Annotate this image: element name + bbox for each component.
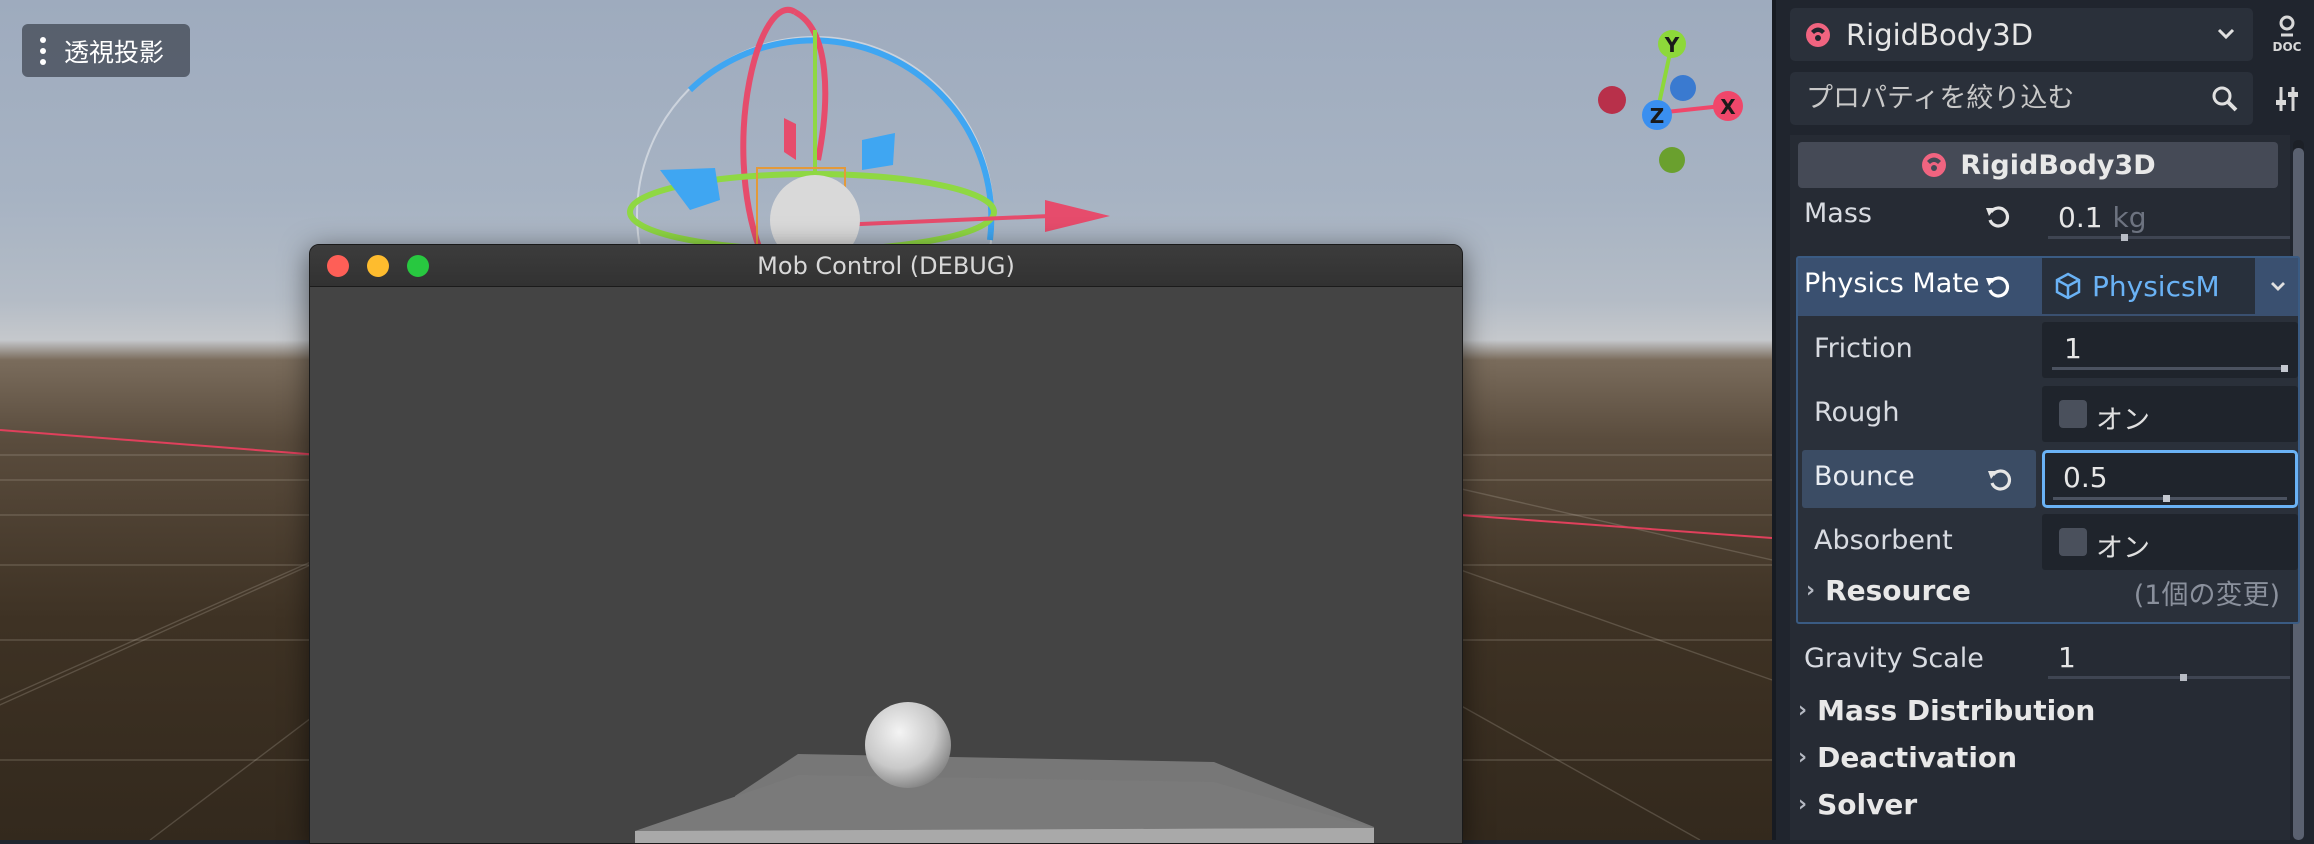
section-deactivation-label: Deactivation — [1817, 741, 2018, 774]
resource-section-label: Resource — [1825, 574, 1971, 607]
chevron-down-icon — [2271, 282, 2285, 291]
physics-material-resource-name: PhysicsM — [2092, 269, 2220, 303]
inspector-panel: RigidBody3D DOC プロパティを絞り込む RigidBody3D M… — [1772, 0, 2314, 840]
chevron-right-icon: › — [1798, 745, 1808, 770]
chevron-right-icon: › — [1798, 698, 1808, 723]
physics-material-icon — [2055, 272, 2081, 300]
resource-dropdown-button[interactable] — [2258, 258, 2298, 314]
debug-game-window[interactable]: Mob Control (DEBUG) — [309, 244, 1463, 844]
rigidbody-icon — [1922, 153, 1947, 177]
mass-slider — [2048, 236, 2290, 239]
node-selector-label: RigidBody3D — [1846, 17, 2034, 52]
svg-text:X: X — [1720, 95, 1736, 119]
bounce-slider-grabber — [2163, 495, 2170, 502]
section-solver[interactable]: › Solver — [1798, 788, 1917, 821]
gravity-scale-label: Gravity Scale — [1804, 643, 1984, 674]
absorbent-checkbox-label: オン — [2096, 533, 2150, 564]
rough-checkbox[interactable] — [2059, 400, 2087, 428]
bounce-input[interactable]: 0.5 — [2042, 450, 2298, 508]
rough-label: Rough — [1814, 397, 1900, 428]
resource-section-toggle[interactable]: › Resource — [1806, 574, 1971, 607]
friction-field[interactable]: 1 — [2042, 322, 2298, 378]
category-title: RigidBody3D — [1960, 149, 2156, 181]
gravity-scale-field[interactable]: 1 — [2038, 632, 2300, 688]
gravity-scale-slider-grabber — [2180, 674, 2187, 681]
friction-value: 1 — [2064, 332, 2082, 365]
game-scene — [635, 702, 1374, 843]
mass-value: 0.1 — [2058, 201, 2103, 234]
chevron-right-icon: › — [1806, 578, 1816, 603]
tools-icon — [2276, 86, 2298, 111]
docs-icon: DOC — [2273, 15, 2302, 54]
mass-field[interactable]: 0.1 kg — [2038, 192, 2300, 248]
section-mass-distribution-label: Mass Distribution — [1817, 694, 2096, 727]
gravity-scale-slider — [2048, 676, 2290, 679]
mass-unit: kg — [2112, 201, 2147, 234]
friction-slider-grabber — [2281, 365, 2288, 372]
property-filter[interactable] — [1790, 72, 2253, 125]
chevron-right-icon: › — [1798, 792, 1808, 817]
node-selector[interactable]: RigidBody3D — [1790, 8, 2253, 61]
absorbent-checkbox[interactable] — [2059, 528, 2087, 556]
rough-checkbox-label: オン — [2096, 405, 2150, 436]
property-filter-input[interactable] — [1804, 82, 2184, 115]
bounce-label: Bounce — [1814, 461, 1915, 492]
window-title: Mob Control (DEBUG) — [757, 252, 1015, 280]
section-solver-label: Solver — [1817, 788, 1918, 821]
search-icon — [2212, 86, 2238, 112]
window-titlebar[interactable]: Mob Control (DEBUG) — [310, 245, 1462, 287]
physics-material-label: Physics Mate — [1804, 268, 1980, 299]
kebab-menu-icon — [22, 36, 64, 65]
rigidbody-icon — [1806, 22, 1830, 47]
chevron-down-icon — [2217, 28, 2235, 40]
view-menu-label: 透視投影 — [64, 37, 165, 67]
inspector-tools-button[interactable] — [2262, 72, 2312, 125]
revert-icon[interactable] — [1984, 203, 2012, 231]
revert-icon[interactable] — [1984, 273, 2012, 301]
svg-text:Y: Y — [1664, 33, 1680, 57]
ball — [865, 702, 951, 788]
bounce-slider — [2053, 497, 2287, 500]
physics-material-resource-button[interactable]: PhysicsM — [2042, 258, 2255, 314]
mass-label: Mass — [1804, 198, 1872, 229]
absorbent-label: Absorbent — [1814, 525, 1953, 556]
section-mass-distribution[interactable]: › Mass Distribution — [1798, 694, 2095, 727]
resource-change-count: (1個の変更) — [2133, 580, 2280, 611]
category-header: RigidBody3D — [1798, 142, 2278, 188]
mass-slider-grabber — [2121, 234, 2128, 241]
friction-label: Friction — [1814, 333, 1913, 364]
view-perspective-menu[interactable]: 透視投影 — [22, 24, 190, 77]
open-docs-button[interactable]: DOC — [2262, 8, 2312, 61]
bounce-value: 0.5 — [2063, 461, 2108, 494]
section-deactivation[interactable]: › Deactivation — [1798, 741, 2017, 774]
svg-text:Z: Z — [1650, 104, 1665, 128]
friction-slider — [2052, 367, 2288, 370]
orientation-gizmo[interactable]: Y X Z — [1592, 22, 1744, 180]
revert-icon[interactable] — [1986, 466, 2014, 494]
svg-text:DOC: DOC — [2273, 40, 2302, 54]
gravity-scale-value: 1 — [2058, 641, 2076, 674]
